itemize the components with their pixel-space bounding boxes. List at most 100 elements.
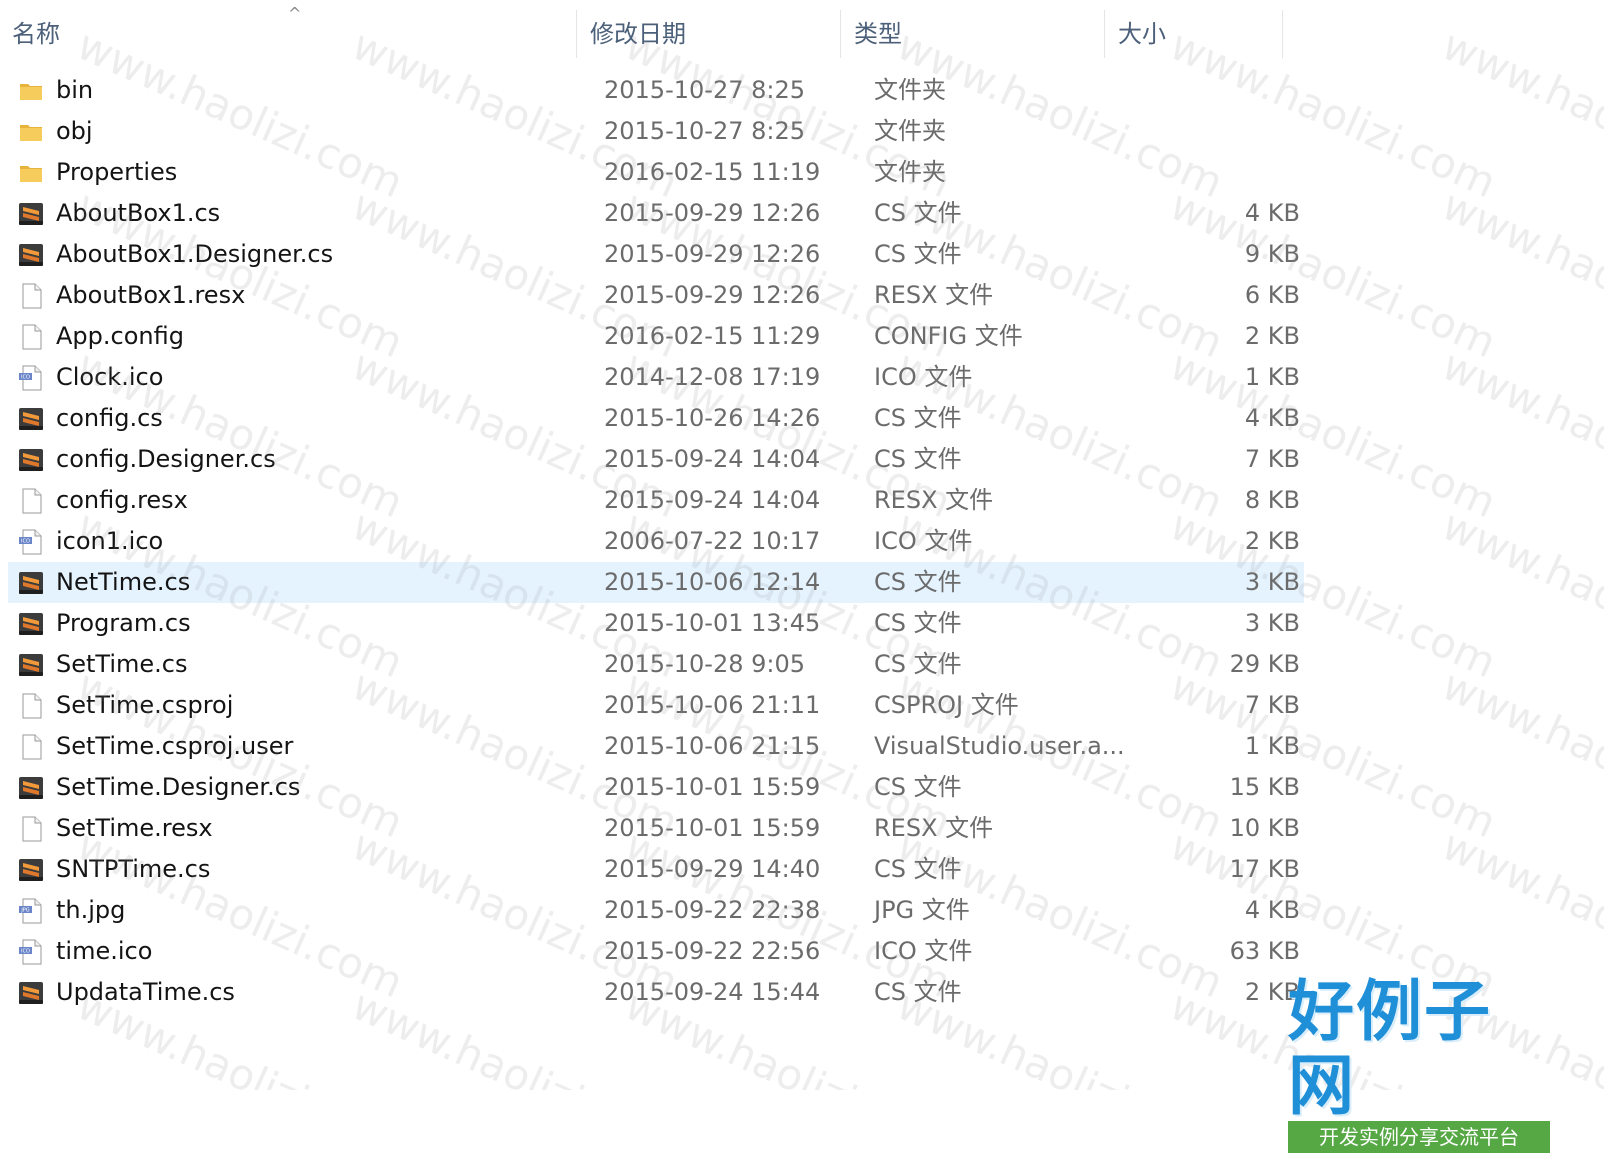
- svg-text:JPG: JPG: [20, 908, 29, 914]
- file-name: Properties: [56, 158, 178, 186]
- ico-file-icon: ICO: [18, 939, 44, 965]
- file-size: 10 KB: [1229, 814, 1300, 842]
- file-row[interactable]: config.Designer.cs 2015-09-24 14:04 CS 文件 7…: [0, 439, 1604, 480]
- file-size: [1120, 70, 1300, 111]
- file-type: VisualStudio.user.a...: [874, 732, 1125, 760]
- file-size: 17 KB: [1229, 855, 1300, 883]
- file-date: 2015-09-24 15:44: [604, 978, 821, 1006]
- svg-text:ICO: ICO: [21, 539, 30, 545]
- file-row[interactable]: SNTPTime.cs 2015-09-29 14:40 CS 文件 17 KB: [0, 849, 1604, 890]
- file-row[interactable]: SetTime.resx 2015-10-01 15:59 RESX 文件 10 KB: [0, 808, 1604, 849]
- file-size: 1 KB: [1244, 732, 1300, 760]
- column-divider[interactable]: [576, 10, 577, 58]
- file-type: CS 文件: [874, 568, 962, 596]
- file-row[interactable]: Program.cs 2015-10-01 13:45 CS 文件 3 KB: [0, 603, 1604, 644]
- file-date: 2015-09-29 14:40: [604, 855, 821, 883]
- file-name: th.jpg: [56, 896, 126, 924]
- file-date: 2015-09-22 22:56: [604, 937, 821, 965]
- file-row[interactable]: AboutBox1.cs 2015-09-29 12:26 CS 文件 4 KB: [0, 193, 1604, 234]
- folder-icon: [18, 78, 44, 104]
- column-header-type-label: 类型: [854, 20, 902, 48]
- file-row[interactable]: SetTime.Designer.cs 2015-10-01 15:59 CS 文件…: [0, 767, 1604, 808]
- file-size: 9 KB: [1244, 240, 1300, 268]
- file-row[interactable]: SetTime.cs 2015-10-28 9:05 CS 文件 29 KB: [0, 644, 1604, 685]
- file-row[interactable]: JPG th.jpg 2015-09-22 22:38 JPG 文件 4 KB: [0, 890, 1604, 931]
- file-name: config.resx: [56, 486, 188, 514]
- column-header-name[interactable]: 名称: [0, 16, 570, 52]
- file-date: 2015-09-22 22:38: [604, 896, 821, 924]
- file-row[interactable]: ICO time.ico 2015-09-22 22:56 ICO 文件 63 KB: [0, 931, 1604, 972]
- file-size: 15 KB: [1229, 773, 1300, 801]
- file-type: ICO 文件: [874, 937, 973, 965]
- file-row[interactable]: App.config 2016-02-15 11:29 CONFIG 文件 2 KB: [0, 316, 1604, 357]
- file-row[interactable]: obj 2015-10-27 8:25 文件夹: [0, 111, 1604, 152]
- column-header-date[interactable]: 修改日期: [578, 16, 840, 52]
- column-divider[interactable]: [1282, 10, 1283, 58]
- file-row[interactable]: config.cs 2015-10-26 14:26 CS 文件 4 KB: [0, 398, 1604, 439]
- svg-text:ICO: ICO: [21, 949, 30, 955]
- file-size: 7 KB: [1244, 691, 1300, 719]
- sublime-cs-file-icon: [18, 242, 44, 268]
- file-type: RESX 文件: [874, 486, 994, 514]
- file-size: 29 KB: [1229, 650, 1300, 678]
- file-name: SetTime.csproj: [56, 691, 234, 719]
- column-header-type[interactable]: 类型: [842, 16, 1104, 52]
- file-type: RESX 文件: [874, 814, 994, 842]
- file-size: [1120, 111, 1300, 152]
- file-row[interactable]: NetTime.cs 2015-10-06 12:14 CS 文件 3 KB: [8, 562, 1304, 603]
- file-row[interactable]: SetTime.csproj 2015-10-06 21:11 CSPROJ 文件 7…: [0, 685, 1604, 726]
- file-type: JPG 文件: [874, 896, 970, 924]
- blank-file-icon: [18, 324, 44, 350]
- sublime-cs-file-icon: [18, 406, 44, 432]
- file-row[interactable]: bin 2015-10-27 8:25 文件夹: [0, 70, 1604, 111]
- file-type: CS 文件: [874, 978, 962, 1006]
- sublime-cs-file-icon: [18, 857, 44, 883]
- column-divider[interactable]: [840, 10, 841, 58]
- file-type: CSPROJ 文件: [874, 691, 1019, 719]
- file-name: NetTime.cs: [56, 568, 191, 596]
- file-name: config.Designer.cs: [56, 445, 276, 473]
- file-row[interactable]: ICO Clock.ico 2014-12-08 17:19 ICO 文件 1 KB: [0, 357, 1604, 398]
- file-name: SetTime.resx: [56, 814, 213, 842]
- column-divider[interactable]: [1104, 10, 1105, 58]
- file-type: CONFIG 文件: [874, 322, 1023, 350]
- file-name: AboutBox1.cs: [56, 199, 221, 227]
- file-size: 1 KB: [1244, 363, 1300, 391]
- file-row[interactable]: AboutBox1.resx 2015-09-29 12:26 RESX 文件 6 K…: [0, 275, 1604, 316]
- file-date: 2015-10-06 12:14: [604, 568, 821, 596]
- file-type: CS 文件: [874, 609, 962, 637]
- file-date: 2016-02-15 11:29: [604, 322, 821, 350]
- file-size: 2 KB: [1244, 527, 1300, 555]
- file-date: 2015-09-29 12:26: [604, 281, 821, 309]
- file-row[interactable]: SetTime.csproj.user 2015-10-06 21:15 Visua…: [0, 726, 1604, 767]
- folder-icon: [18, 119, 44, 145]
- blank-file-icon: [18, 283, 44, 309]
- file-date: 2015-09-29 12:26: [604, 240, 821, 268]
- file-row[interactable]: Properties 2016-02-15 11:19 文件夹: [0, 152, 1604, 193]
- file-name: icon1.ico: [56, 527, 164, 555]
- sort-ascending-icon: ^: [288, 4, 302, 23]
- file-row[interactable]: ICO icon1.ico 2006-07-22 10:17 ICO 文件 2 KB: [0, 521, 1604, 562]
- file-date: 2015-10-28 9:05: [604, 650, 805, 678]
- column-header: 名称 ^ 修改日期 类型 大小: [0, 0, 1604, 64]
- file-row[interactable]: AboutBox1.Designer.cs 2015-09-29 12:26 CS …: [0, 234, 1604, 275]
- column-header-date-label: 修改日期: [590, 20, 686, 48]
- file-size: 3 KB: [1244, 609, 1300, 637]
- ico-file-icon: ICO: [18, 529, 44, 555]
- file-date: 2015-10-06 21:11: [604, 691, 821, 719]
- sublime-cs-file-icon: [18, 570, 44, 596]
- file-size: 4 KB: [1244, 896, 1300, 924]
- blank-file-icon: [18, 816, 44, 842]
- blank-file-icon: [18, 734, 44, 760]
- file-type: ICO 文件: [874, 363, 973, 391]
- file-type: CS 文件: [874, 773, 962, 801]
- file-name: SetTime.Designer.cs: [56, 773, 301, 801]
- file-name: config.cs: [56, 404, 163, 432]
- sublime-cs-file-icon: [18, 201, 44, 227]
- column-header-size[interactable]: 大小: [1106, 16, 1282, 52]
- file-size: 3 KB: [1244, 568, 1300, 596]
- file-date: 2006-07-22 10:17: [604, 527, 821, 555]
- file-type: 文件夹: [874, 76, 946, 104]
- file-row[interactable]: config.resx 2015-09-24 14:04 RESX 文件 8 KB: [0, 480, 1604, 521]
- file-date: 2015-10-06 21:15: [604, 732, 821, 760]
